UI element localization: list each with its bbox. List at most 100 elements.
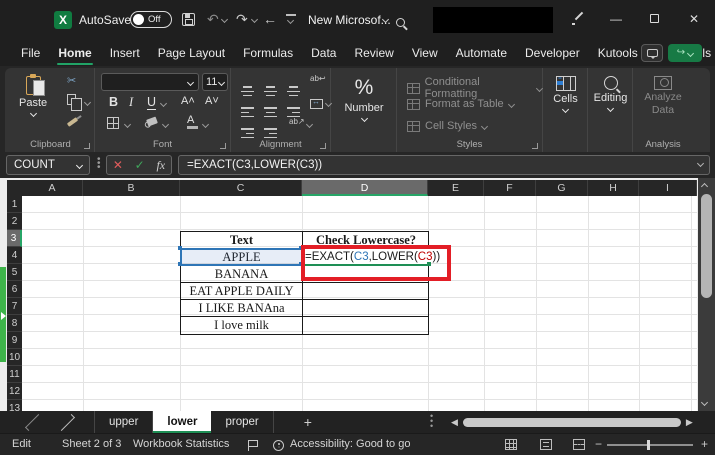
column-header-d[interactable]: D — [302, 180, 428, 196]
draw-pen-icon[interactable] — [572, 13, 584, 25]
styles-dialog-launcher-icon[interactable] — [532, 143, 538, 149]
editing-button[interactable]: Editing — [588, 76, 633, 113]
vertical-scrollbar[interactable] — [698, 178, 715, 411]
comments-button[interactable] — [641, 44, 663, 62]
scroll-left-icon[interactable]: ◀ — [448, 417, 461, 428]
increase-indent-icon[interactable] — [264, 128, 277, 139]
cell-c2[interactable]: Text — [181, 232, 303, 249]
decrease-font-button[interactable]: A˅ — [205, 95, 219, 107]
row-header-7[interactable]: 7 — [7, 298, 22, 315]
decrease-indent-icon[interactable] — [241, 128, 254, 139]
cells-area[interactable]: Text Check Lowercase? APPLE BANANA EAT A… — [22, 196, 697, 411]
normal-view-button[interactable] — [505, 439, 517, 450]
cell-c7[interactable]: I love milk — [181, 317, 303, 334]
formula-input[interactable]: =EXACT(C3,LOWER(C3)) — [178, 155, 710, 175]
formula-bar-handle[interactable]: • • • — [97, 155, 101, 173]
page-break-view-button[interactable] — [573, 439, 585, 450]
sheet-tab-lower[interactable]: lower — [153, 411, 212, 433]
scroll-down-icon[interactable] — [700, 398, 709, 407]
column-header-c[interactable]: C — [180, 180, 302, 196]
accessibility-status[interactable]: Accessibility: Good to go — [290, 438, 410, 450]
quick-access-chevron-icon[interactable] — [286, 16, 295, 25]
name-box[interactable]: COUNT — [6, 155, 90, 175]
row-header-10[interactable]: 10 — [7, 349, 22, 366]
row-header-12[interactable]: 12 — [7, 383, 22, 400]
cell-d7[interactable] — [303, 317, 429, 334]
align-top-icon[interactable] — [241, 86, 254, 97]
cells-button[interactable]: Cells — [543, 76, 588, 114]
sheet-tab-proper[interactable]: proper — [211, 411, 274, 433]
row-header-3[interactable]: 3 — [7, 230, 22, 247]
copy-chevron-icon[interactable] — [83, 98, 92, 107]
vertical-scroll-thumb[interactable] — [701, 194, 712, 298]
redo-icon[interactable]: ↷ — [236, 11, 248, 28]
column-header-e[interactable]: E — [428, 180, 484, 196]
quick-access-customize-icon[interactable] — [286, 14, 296, 16]
zoom-slider[interactable] — [607, 444, 693, 446]
align-right-icon[interactable] — [287, 107, 300, 118]
prev-sheet-icon[interactable] — [25, 413, 42, 431]
cell-c4[interactable]: BANANA — [181, 266, 303, 283]
column-header-h[interactable]: H — [588, 180, 639, 196]
maximize-button[interactable] — [646, 12, 662, 28]
enter-icon[interactable]: ✓ — [135, 158, 145, 172]
sheet-tab-upper[interactable]: upper — [94, 411, 154, 433]
row-header-5[interactable]: 5 — [7, 264, 22, 281]
tab-data[interactable]: Data — [302, 42, 345, 64]
format-as-table-button[interactable]: Format as Table — [407, 98, 515, 110]
insert-function-icon[interactable]: fx — [156, 158, 165, 173]
increase-font-button[interactable]: A˄ — [181, 95, 195, 107]
row-header-11[interactable]: 11 — [7, 366, 22, 383]
cell-d5[interactable] — [303, 283, 429, 300]
next-sheet-icon[interactable] — [58, 413, 75, 431]
tab-page-layout[interactable]: Page Layout — [149, 42, 234, 64]
cell-c5[interactable]: EAT APPLE DAILY — [181, 283, 303, 300]
row-header-6[interactable]: 6 — [7, 281, 22, 298]
borders-icon[interactable] — [107, 117, 119, 129]
search-icon[interactable] — [396, 18, 405, 27]
share-button[interactable]: ↪ — [668, 44, 702, 62]
autosave-toggle[interactable]: Off — [130, 11, 172, 28]
row-header-8[interactable]: 8 — [7, 315, 22, 332]
page-layout-view-button[interactable] — [540, 439, 552, 450]
orientation-icon[interactable]: ab↗ — [289, 117, 305, 126]
tab-automate[interactable]: Automate — [447, 42, 516, 64]
column-header-i[interactable]: I — [639, 180, 697, 196]
wrap-text-icon[interactable]: ab↩ — [310, 74, 326, 83]
row-header-1[interactable]: 1 — [7, 196, 22, 213]
underline-chevron-icon[interactable] — [159, 99, 168, 108]
row-header-2[interactable]: 2 — [7, 213, 22, 230]
conditional-formatting-button[interactable]: Conditional Formatting — [407, 76, 544, 100]
fill-color-icon[interactable] — [146, 116, 158, 127]
font-color-chevron-icon[interactable] — [201, 120, 210, 129]
zoom-slider-handle[interactable] — [647, 440, 650, 450]
horizontal-scrollbar[interactable]: ◀ ▶ — [448, 414, 700, 430]
column-header-a[interactable]: A — [22, 180, 83, 196]
font-size-combo[interactable]: 11 — [202, 73, 228, 91]
orientation-chevron-icon[interactable] — [305, 120, 314, 129]
new-sheet-button[interactable]: + — [292, 414, 324, 430]
tab-review[interactable]: Review — [345, 42, 402, 64]
bold-button[interactable]: B — [109, 95, 118, 109]
tab-insert[interactable]: Insert — [101, 42, 149, 64]
row-header-4[interactable]: 4 — [7, 247, 22, 264]
analyze-data-button[interactable]: Analyze Data — [633, 76, 693, 116]
cut-icon[interactable]: ✂ — [67, 74, 76, 87]
scroll-right-icon[interactable]: ▶ — [683, 417, 696, 428]
cell-styles-button[interactable]: Cell Styles — [407, 120, 489, 132]
fill-color-chevron-icon[interactable] — [161, 120, 170, 129]
horizontal-scroll-thumb[interactable] — [462, 417, 681, 427]
redo-chevron-icon[interactable] — [250, 15, 259, 24]
underline-button[interactable]: U — [147, 95, 157, 110]
align-left-icon[interactable] — [241, 107, 254, 118]
column-header-g[interactable]: G — [536, 180, 588, 196]
minimize-button[interactable]: — — [608, 12, 624, 28]
italic-button[interactable]: I — [129, 95, 133, 110]
tab-scroll-splitter[interactable]: • • • — [430, 412, 433, 431]
align-center-icon[interactable] — [264, 107, 277, 118]
borders-chevron-icon[interactable] — [123, 120, 132, 129]
cell-c6[interactable]: I LIKE BANAna — [181, 300, 303, 317]
column-header-f[interactable]: F — [484, 180, 536, 196]
tab-view[interactable]: View — [403, 42, 447, 64]
cell-d6[interactable] — [303, 300, 429, 317]
